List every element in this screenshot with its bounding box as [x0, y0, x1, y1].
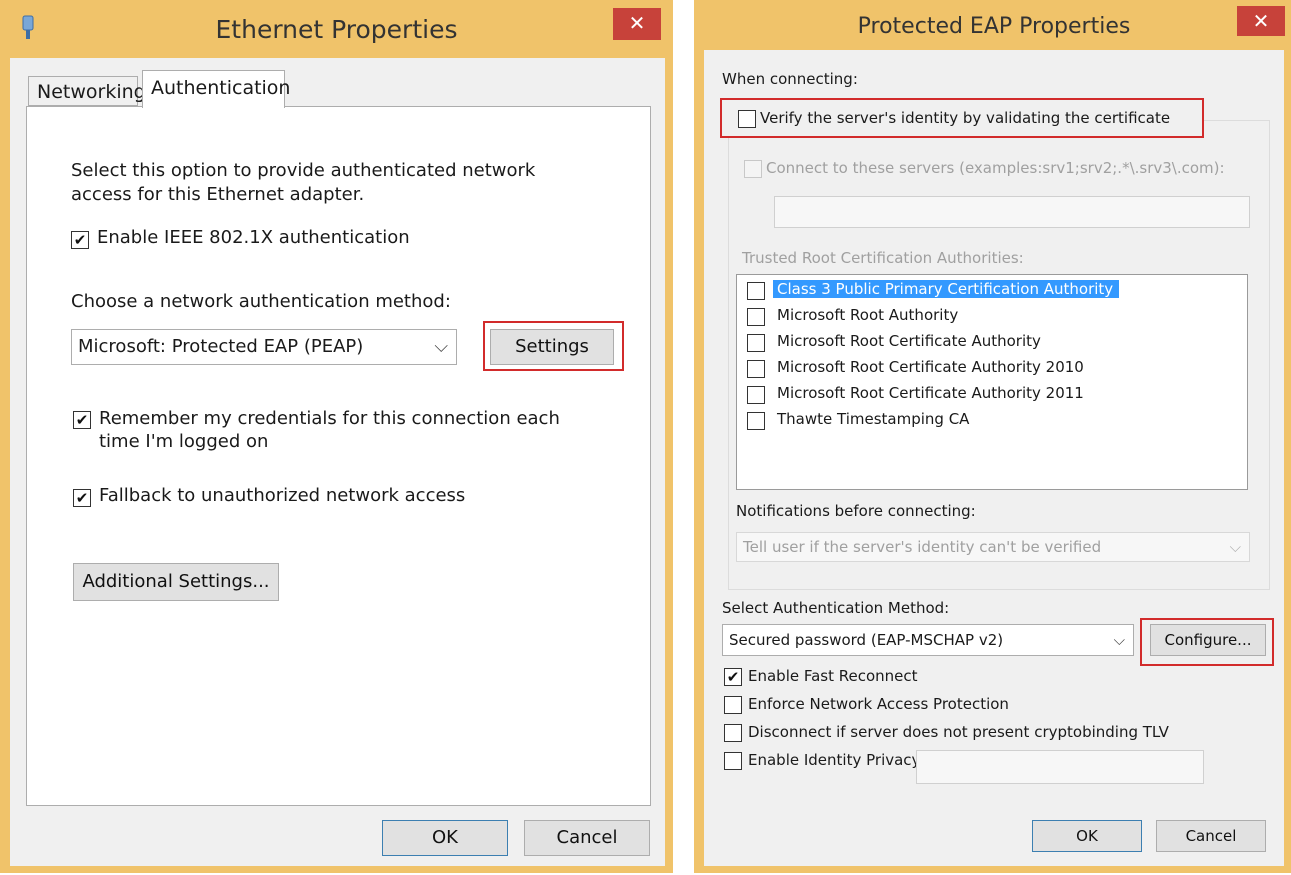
- auth-method-label: Choose a network authentication method:: [71, 291, 451, 312]
- ca-label: Microsoft Root Certificate Authority 201…: [777, 384, 1084, 402]
- fast-reconnect-checkbox[interactable]: ✔: [724, 668, 742, 686]
- identity-input[interactable]: [916, 750, 1204, 784]
- trusted-root-label: Trusted Root Certification Authorities:: [742, 249, 1024, 267]
- window-title: Ethernet Properties: [215, 15, 458, 44]
- servers-input[interactable]: [774, 196, 1250, 228]
- auth-method-value: Secured password (EAP-MSCHAP v2): [729, 631, 1004, 649]
- identity-privacy-label: Enable Identity Privacy: [748, 751, 921, 769]
- ca-checkbox[interactable]: [747, 334, 765, 352]
- cryptobinding-checkbox[interactable]: [724, 724, 742, 742]
- fallback-label: Fallback to unauthorized network access: [99, 485, 466, 506]
- check-icon: ✔: [75, 489, 89, 507]
- dialog-client-area: When connecting: Verify the server's ide…: [704, 50, 1284, 866]
- auth-method-dropdown[interactable]: Secured password (EAP-MSCHAP v2) ⌵: [722, 624, 1134, 656]
- ca-checkbox[interactable]: [747, 308, 765, 326]
- chevron-down-icon: ⌵: [434, 336, 448, 357]
- enable-8021x-checkbox[interactable]: ✔: [71, 231, 89, 249]
- tab-networking[interactable]: Networking: [28, 76, 146, 106]
- authentication-panel: Select this option to provide authentica…: [26, 106, 651, 806]
- close-icon: ✕: [1252, 9, 1270, 33]
- nap-label: Enforce Network Access Protection: [748, 695, 1009, 713]
- ca-label: Microsoft Root Certificate Authority: [777, 332, 1041, 350]
- ca-label: Thawte Timestamping CA: [777, 410, 970, 428]
- enable-8021x-label: Enable IEEE 802.1X authentication: [97, 227, 410, 248]
- check-icon: ✔: [726, 668, 740, 686]
- cryptobinding-label: Disconnect if server does not present cr…: [748, 723, 1169, 741]
- configure-button[interactable]: Configure...: [1150, 624, 1266, 656]
- auth-method-label: Select Authentication Method:: [722, 599, 950, 617]
- cancel-button[interactable]: Cancel: [1156, 820, 1266, 852]
- notifications-label: Notifications before connecting:: [736, 502, 976, 520]
- check-icon: ✔: [73, 231, 87, 249]
- ca-list[interactable]: Class 3 Public Primary Certification Aut…: [736, 274, 1248, 490]
- ok-button[interactable]: OK: [1032, 820, 1142, 852]
- tab-label: Networking: [37, 81, 146, 103]
- chevron-down-icon: ⌵: [1229, 538, 1241, 556]
- verify-server-label: Verify the server's identity by validati…: [760, 109, 1171, 127]
- additional-settings-button[interactable]: Additional Settings...: [73, 563, 279, 601]
- fallback-checkbox[interactable]: ✔: [73, 489, 91, 507]
- nap-checkbox[interactable]: [724, 696, 742, 714]
- ok-button[interactable]: OK: [382, 820, 508, 856]
- identity-privacy-checkbox[interactable]: [724, 752, 742, 770]
- fast-reconnect-label: Enable Fast Reconnect: [748, 667, 918, 685]
- ca-checkbox[interactable]: [747, 360, 765, 378]
- check-icon: ✔: [75, 411, 89, 429]
- auth-method-value: Microsoft: Protected EAP (PEAP): [78, 336, 364, 357]
- verify-server-checkbox[interactable]: [738, 110, 756, 128]
- connect-servers-checkbox[interactable]: [744, 160, 762, 178]
- remember-credentials-checkbox[interactable]: ✔: [73, 411, 91, 429]
- notifications-value: Tell user if the server's identity can't…: [743, 538, 1102, 556]
- auth-method-dropdown[interactable]: Microsoft: Protected EAP (PEAP) ⌵: [71, 329, 457, 365]
- tab-label: Authentication: [151, 77, 291, 99]
- remember-credentials-label: Remember my credentials for this connect…: [99, 408, 560, 452]
- ethernet-properties-window: Ethernet Properties ✕ Networking Authent…: [0, 0, 673, 873]
- ca-label: Microsoft Root Certificate Authority 201…: [777, 358, 1084, 376]
- ca-checkbox[interactable]: [747, 386, 765, 404]
- cancel-button[interactable]: Cancel: [524, 820, 650, 856]
- ca-label: Class 3 Public Primary Certification Aut…: [773, 280, 1120, 298]
- verify-server-row: Verify the server's identity by validati…: [724, 102, 1202, 136]
- when-connecting-label: When connecting:: [722, 70, 858, 88]
- ca-checkbox[interactable]: [747, 282, 765, 300]
- ca-label: Microsoft Root Authority: [777, 306, 959, 324]
- window-title: Protected EAP Properties: [857, 14, 1131, 39]
- ca-checkbox[interactable]: [747, 412, 765, 430]
- dialog-client-area: Networking Authentication Select this op…: [10, 58, 665, 866]
- notifications-dropdown[interactable]: Tell user if the server's identity can't…: [736, 532, 1250, 562]
- chevron-down-icon: ⌵: [1113, 631, 1125, 649]
- protected-eap-properties-window: Protected EAP Properties ✕ When connecti…: [694, 0, 1291, 873]
- tab-authentication[interactable]: Authentication: [142, 70, 290, 108]
- close-button[interactable]: ✕: [1237, 6, 1285, 36]
- settings-button[interactable]: Settings: [490, 329, 614, 365]
- connect-servers-label: Connect to these servers (examples:srv1;…: [766, 159, 1225, 177]
- close-button[interactable]: ✕: [613, 8, 661, 40]
- close-icon: ✕: [628, 11, 646, 35]
- description-text: Select this option to provide authentica…: [71, 160, 536, 205]
